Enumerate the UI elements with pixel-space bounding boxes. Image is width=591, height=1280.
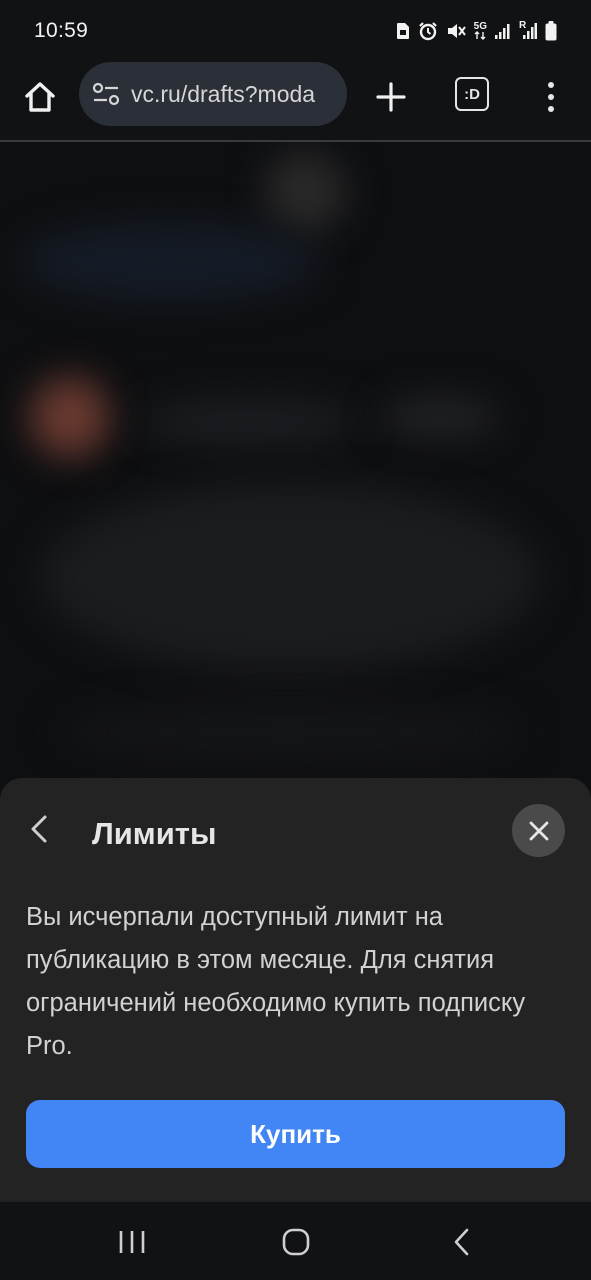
plus-icon xyxy=(376,82,406,112)
signal-icon xyxy=(495,22,511,40)
home-nav-button[interactable] xyxy=(276,1222,316,1262)
back-button[interactable] xyxy=(22,812,56,846)
browser-toolbar: vc.ru/drafts?moda :D xyxy=(0,62,591,140)
home-circle-icon xyxy=(282,1228,310,1256)
blur-shape xyxy=(40,482,540,672)
back-chevron-icon xyxy=(454,1228,469,1256)
alarm-icon xyxy=(418,21,438,41)
tab-switcher-button[interactable]: :D xyxy=(455,77,489,111)
blur-shape xyxy=(140,397,360,447)
sim-icon xyxy=(396,22,410,40)
status-time: 10:59 xyxy=(34,19,89,42)
sheet-title: Лимиты xyxy=(92,816,217,851)
url-text[interactable]: vc.ru/drafts?moda xyxy=(131,81,315,108)
mute-icon xyxy=(446,21,466,41)
close-icon xyxy=(529,821,548,840)
blur-shape xyxy=(60,702,520,762)
home-icon xyxy=(25,82,55,112)
close-button[interactable] xyxy=(512,804,565,857)
status-bar: 10:59 5G R xyxy=(0,0,591,62)
home-button[interactable] xyxy=(20,77,60,117)
tab-switcher-label: :D xyxy=(464,85,480,103)
signal-r-icon: R xyxy=(519,20,537,40)
site-settings-icon[interactable] xyxy=(91,79,121,109)
blur-shape xyxy=(20,222,320,302)
chevron-left-icon xyxy=(31,815,47,843)
blur-shape xyxy=(380,397,500,437)
recents-icon xyxy=(119,1231,145,1253)
limit-message: Вы исчерпали доступный лимит на публикац… xyxy=(26,903,526,1060)
blurred-page-content xyxy=(0,142,591,802)
blur-shape xyxy=(265,152,345,232)
recents-button[interactable] xyxy=(112,1222,152,1262)
status-icons: 5G R xyxy=(396,20,557,41)
battery-icon xyxy=(545,21,557,41)
5g-icon: 5G xyxy=(474,22,487,40)
buy-button[interactable]: Купить xyxy=(26,1100,565,1168)
back-nav-button[interactable] xyxy=(442,1222,482,1262)
5g-label: 5G xyxy=(473,21,487,32)
more-vert-icon xyxy=(548,82,554,88)
address-bar[interactable]: vc.ru/drafts?moda xyxy=(79,62,347,126)
new-tab-button[interactable] xyxy=(372,78,410,116)
limits-sheet: Лимиты Вы исчерпали доступный лимит на п… xyxy=(0,778,591,1202)
blur-shape xyxy=(30,377,110,457)
more-menu-button[interactable] xyxy=(536,77,566,117)
roaming-label: R xyxy=(519,20,527,31)
system-nav-bar xyxy=(0,1202,591,1280)
